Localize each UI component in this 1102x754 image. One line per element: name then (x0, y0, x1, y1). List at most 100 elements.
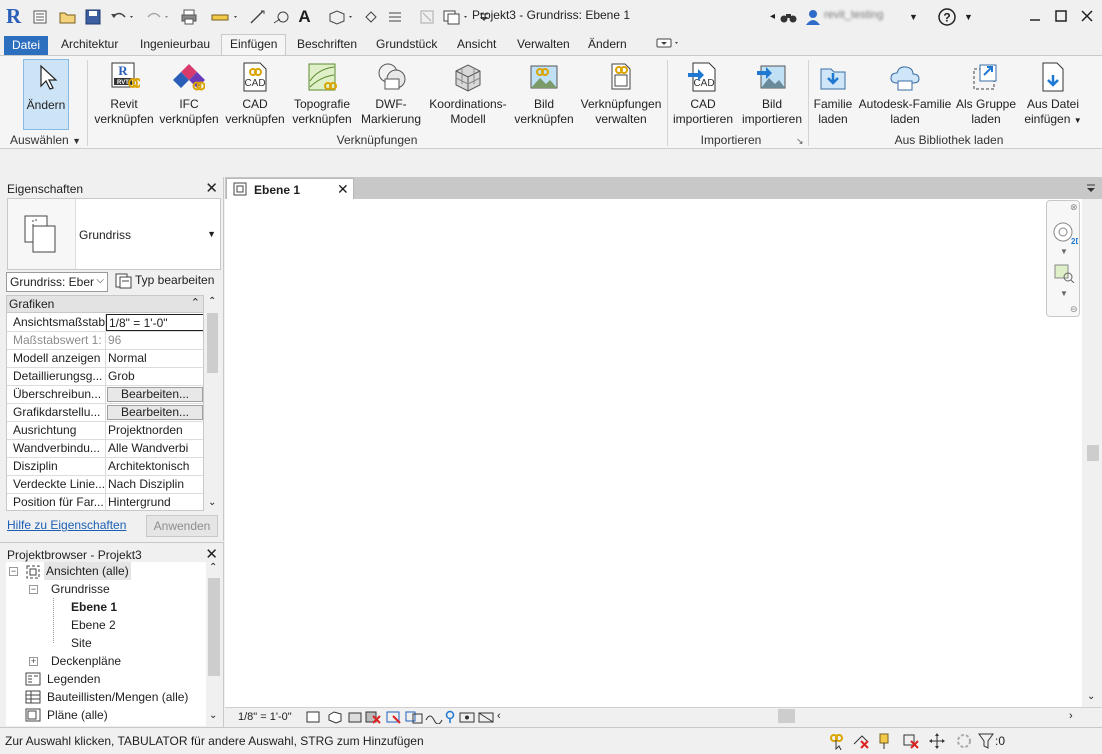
aligned-dimension-icon[interactable] (248, 8, 265, 25)
help-icon[interactable]: ? (937, 7, 957, 26)
expand-node-icon[interactable]: + (29, 657, 38, 666)
properties-close-icon[interactable]: ✕ (205, 179, 218, 197)
insert-from-file-button[interactable]: Aus Datei einfügen ▼ (1019, 59, 1087, 129)
tab-verwalten[interactable]: Verwalten (509, 35, 578, 55)
ribbon-minimize-toggle-icon[interactable] (656, 37, 682, 52)
revit-logo-icon[interactable]: R (6, 5, 24, 27)
property-value[interactable]: Grob (106, 368, 203, 385)
link-ifc-button[interactable]: IFC verknüpfen (157, 59, 221, 129)
link-image-button[interactable]: Bild verknüpfen (511, 59, 577, 129)
collapse-node-icon[interactable]: − (29, 585, 38, 594)
type-selector[interactable]: Grundriss ▼ (7, 198, 221, 270)
select-by-face-icon[interactable] (902, 732, 920, 753)
load-family-button[interactable]: Familie laden (810, 59, 856, 129)
navbar-close-icon[interactable]: ⊗ (1070, 202, 1078, 213)
import-cad-button[interactable]: CAD CAD importieren (668, 59, 738, 129)
project-browser-close-icon[interactable]: ✕ (205, 545, 218, 563)
save-icon[interactable] (84, 8, 101, 25)
property-value[interactable]: Alle Wandverbi (106, 440, 203, 457)
instance-filter-select[interactable]: Grundriss: Eber ⌵ (6, 272, 108, 292)
tree-node-schedules[interactable]: Bauteillisten/Mengen (alle) (47, 688, 188, 706)
sun-path-icon[interactable] (347, 710, 363, 727)
default-3d-view-icon[interactable] (326, 8, 356, 25)
modify-button[interactable]: Ändern (23, 59, 69, 130)
minimize-icon[interactable] (1022, 4, 1048, 28)
load-autodesk-family-button[interactable]: Autodesk-Familie laden (857, 59, 953, 129)
user-name[interactable]: revit_testing (824, 9, 883, 21)
user-avatar-icon[interactable] (804, 8, 821, 25)
tab-grundstueck[interactable]: Grundstück (368, 35, 445, 55)
type-selector-chevron-down-icon[interactable]: ▼ (207, 229, 216, 239)
properties-help-link[interactable]: Hilfe zu Eigenschaften (7, 518, 126, 532)
tree-node-ebene-1[interactable]: Ebene 1 (71, 598, 117, 616)
tree-node-floor-plans[interactable]: Grundrisse (51, 580, 110, 598)
tag-by-category-icon[interactable] (272, 8, 289, 25)
tree-node-views-all[interactable]: Ansichten (alle) (44, 562, 131, 580)
close-window-icon[interactable] (1074, 4, 1100, 28)
property-value[interactable]: Architektonisch (106, 458, 203, 475)
hscroll-right-icon[interactable]: › (1069, 710, 1073, 722)
tab-ansicht[interactable]: Ansicht (449, 35, 504, 55)
scroll-up-icon[interactable]: ⌃ (209, 562, 217, 573)
crop-region-visibility-icon[interactable] (405, 710, 423, 727)
view-hscroll-thumb[interactable] (778, 709, 795, 723)
load-as-group-button[interactable]: Als Gruppe laden (954, 59, 1018, 129)
filter-icon[interactable] (978, 732, 994, 753)
user-menu-chevron-down-icon[interactable]: ▼ (905, 8, 922, 25)
measure-icon[interactable] (210, 8, 240, 25)
customize-toolbar-icon[interactable] (475, 8, 492, 25)
tab-einfuegen[interactable]: Einfügen (221, 34, 287, 56)
collapse-group-icon[interactable]: ⌃ (191, 296, 200, 309)
collapse-node-icon[interactable]: − (9, 567, 18, 576)
apply-button[interactable]: Anwenden (146, 515, 218, 537)
browser-scrollbar[interactable]: ⌃ ⌄ (206, 562, 222, 726)
tree-node-legends[interactable]: Legenden (47, 670, 100, 688)
binoculars-icon[interactable] (780, 8, 797, 25)
browser-scroll-thumb[interactable] (208, 578, 220, 676)
edit-graphic-display-button[interactable]: Bearbeiten... (107, 405, 203, 420)
tree-node-ebene-2[interactable]: Ebene 2 (71, 616, 116, 634)
tab-beschriften[interactable]: Beschriften (289, 35, 365, 55)
navbar-options-icon[interactable]: ⊖ (1070, 304, 1078, 315)
undo-icon[interactable] (108, 8, 136, 25)
tree-node-site[interactable]: Site (71, 634, 92, 652)
select-links-icon[interactable] (828, 732, 846, 753)
help-menu-chevron-down-icon[interactable]: ▼ (960, 8, 977, 25)
tree-node-sheets[interactable]: Pläne (alle) (47, 706, 108, 724)
edit-type-button[interactable]: Typ bearbeiten (113, 271, 221, 291)
property-value[interactable]: Hintergrund (106, 494, 203, 510)
wheel-menu-chevron-down-icon[interactable]: ▼ (1060, 247, 1068, 256)
properties-scroll-thumb[interactable] (207, 313, 218, 373)
detail-level-icon[interactable] (306, 711, 320, 726)
view-vscroll-thumb[interactable] (1087, 445, 1099, 461)
tab-aendern[interactable]: Ändern (580, 35, 635, 55)
temporary-view-properties-icon[interactable] (478, 710, 494, 727)
scroll-down-icon[interactable]: ⌄ (208, 497, 216, 508)
shadows-icon[interactable] (365, 710, 381, 727)
property-value[interactable]: Nach Disziplin (106, 476, 203, 493)
tree-node-ceiling-plans[interactable]: Deckenpläne (51, 652, 121, 670)
temporary-hide-icon[interactable] (445, 710, 455, 727)
text-icon[interactable]: A (296, 7, 313, 26)
unlocked-3d-view-icon[interactable] (425, 710, 443, 727)
group-grafiken[interactable]: Grafiken ⌃ (7, 296, 203, 313)
switch-windows-icon[interactable] (442, 8, 472, 25)
properties-scrollbar[interactable]: ⌃ ⌄ (204, 295, 221, 511)
redo-icon[interactable] (143, 8, 171, 25)
import-settings-launcher-icon[interactable]: ↘ (796, 136, 804, 147)
property-value[interactable]: Projektnorden (106, 422, 203, 439)
view-vertical-scrollbar[interactable]: ⌄ (1082, 199, 1102, 707)
search-expand-icon[interactable]: ◂ (764, 8, 781, 25)
manage-links-button[interactable]: Verknüpfungen verwalten (578, 59, 664, 129)
link-cad-button[interactable]: CAD CAD verknüpfen (222, 59, 288, 129)
view-scale-selector[interactable]: 1/8" = 1'-0" (238, 711, 292, 723)
steering-wheel-2d-icon[interactable]: 2D (1052, 221, 1081, 248)
reveal-hidden-icon[interactable] (459, 710, 475, 727)
scroll-down-icon[interactable]: ⌄ (1087, 691, 1095, 702)
dwf-markup-button[interactable]: DWF- Markierung (356, 59, 426, 129)
hscroll-left-icon[interactable]: ‹ (497, 710, 501, 722)
edit-overrides-button[interactable]: Bearbeiten... (107, 387, 203, 402)
drawing-canvas[interactable] (225, 199, 1082, 707)
select-underlay-icon[interactable] (852, 732, 870, 753)
coordination-model-button[interactable]: Koordinations- Modell (427, 59, 509, 129)
